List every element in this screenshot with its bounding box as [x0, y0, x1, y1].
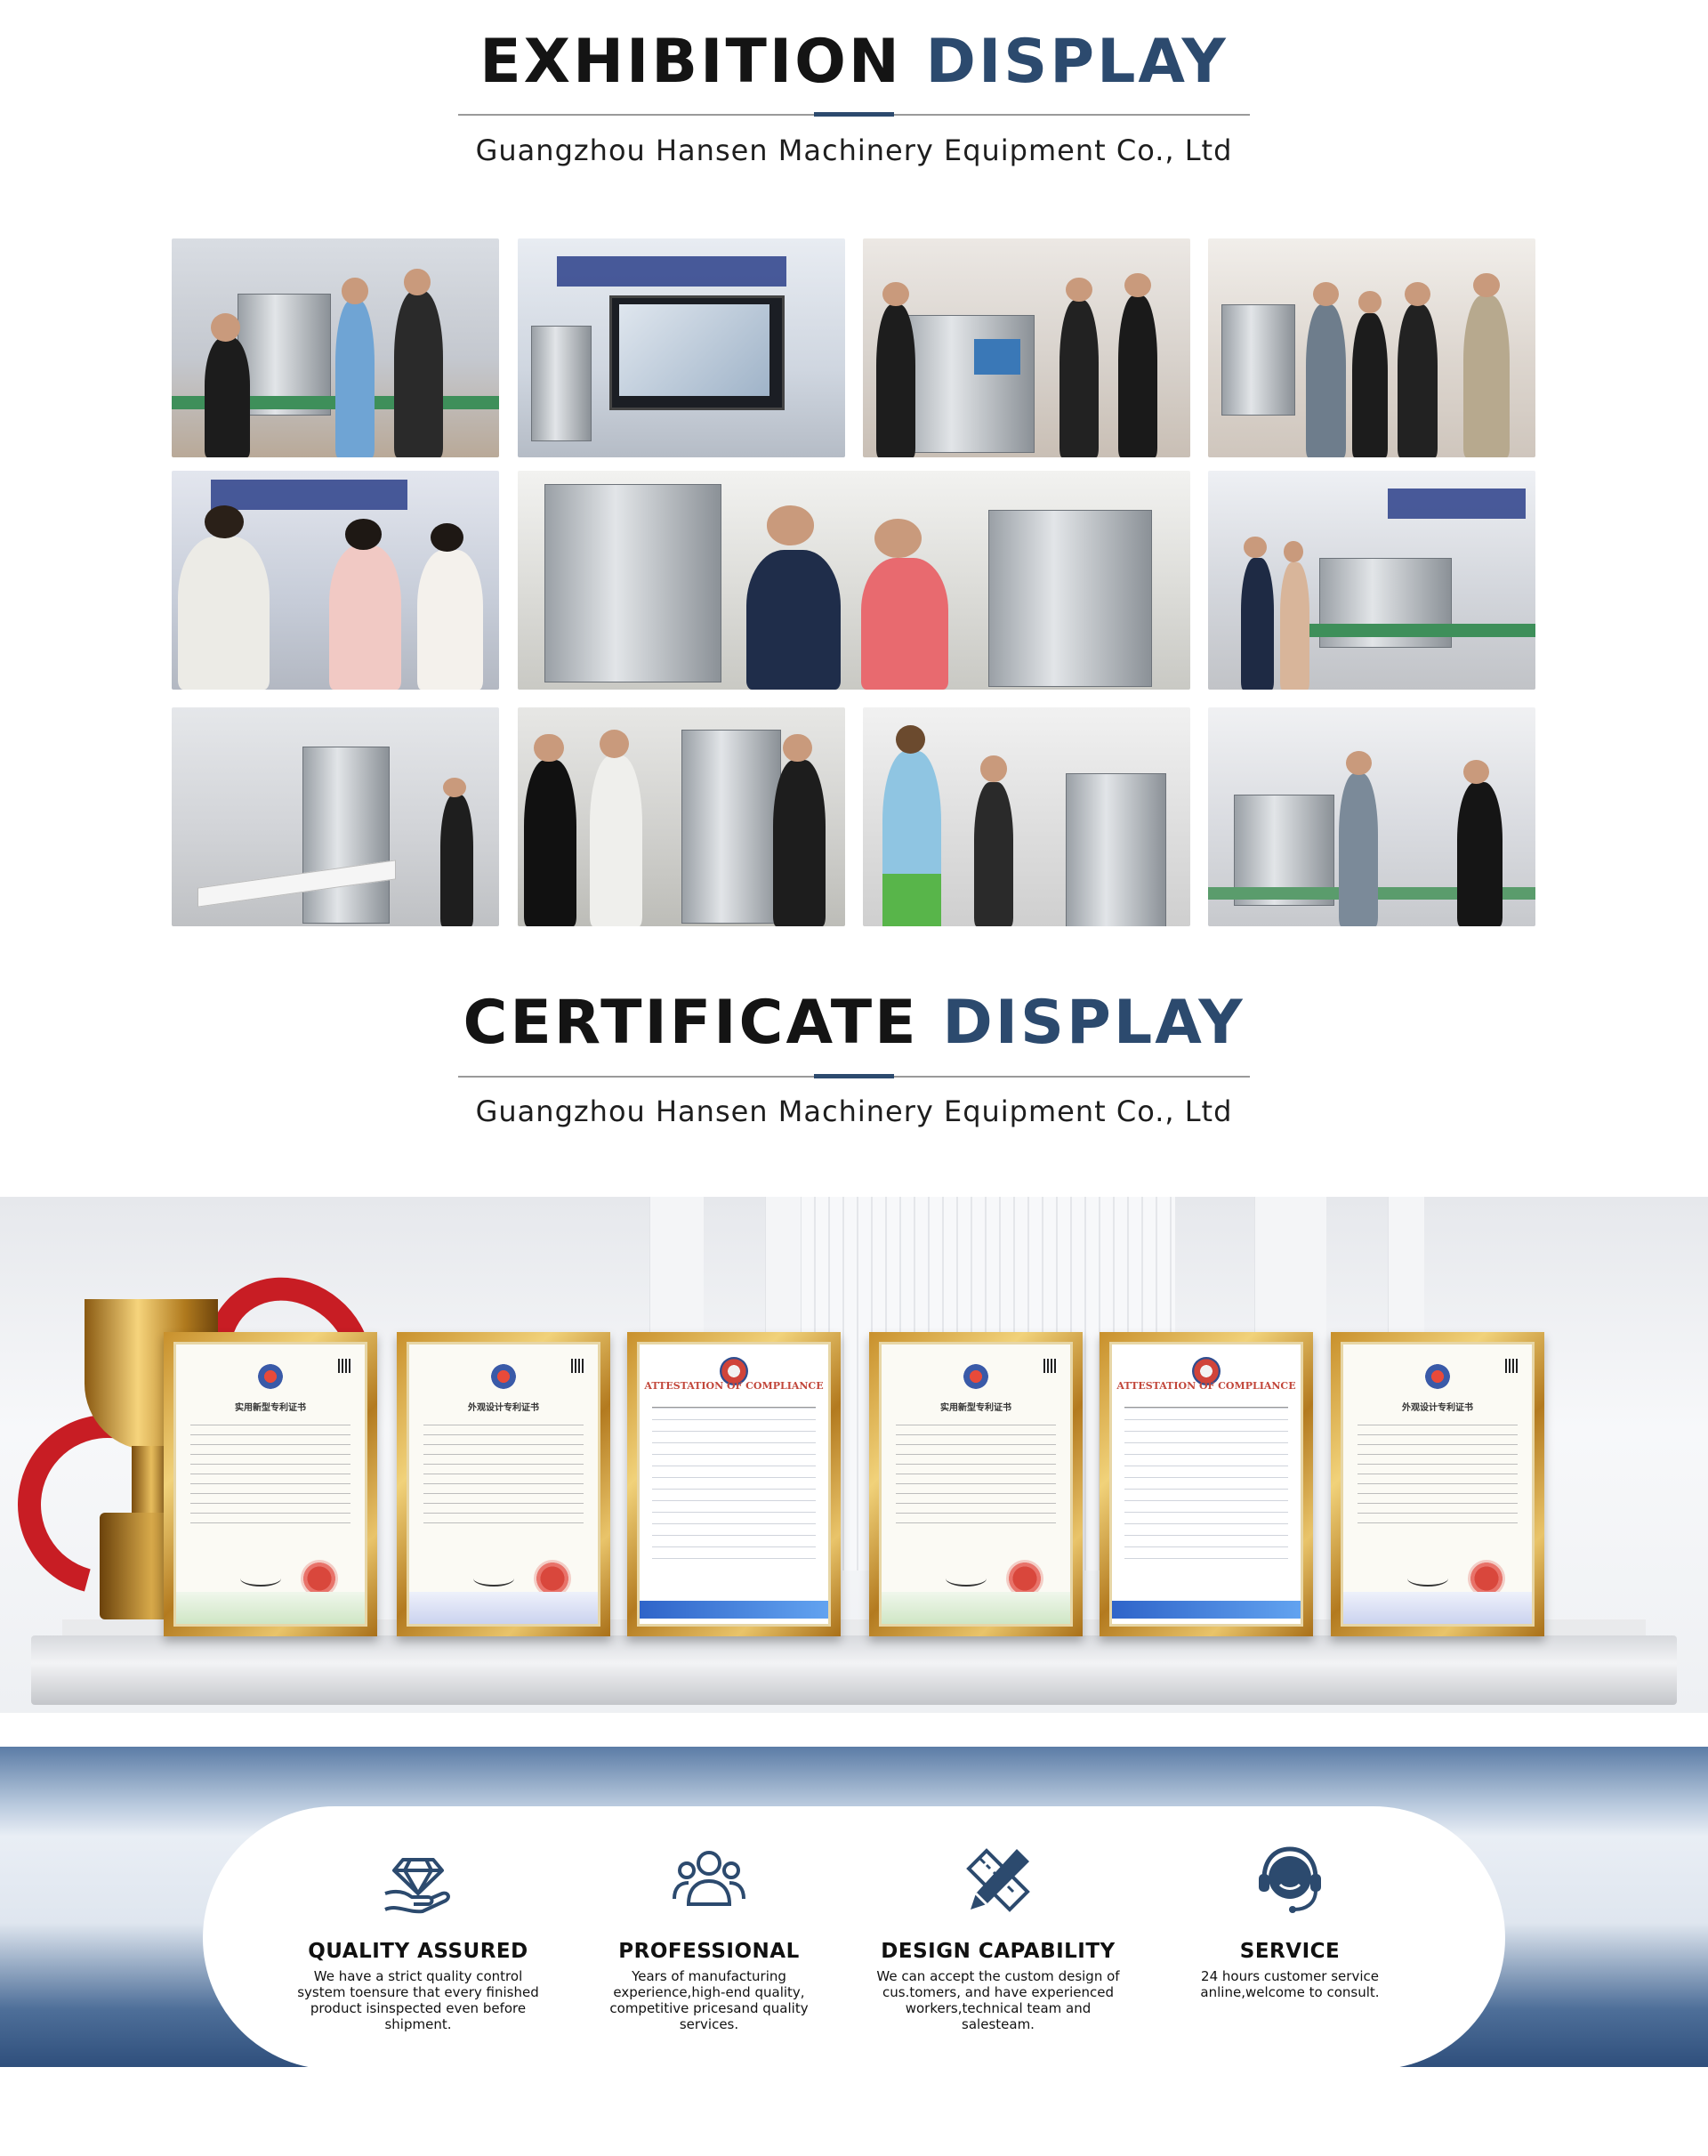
certificate-title-text: 外观设计专利证书: [468, 1403, 539, 1413]
exhibition-title: EXHIBITION DISPLAY: [0, 27, 1708, 97]
exhibition-photo: [172, 707, 499, 926]
display-platform: [31, 1635, 1677, 1705]
service-support: SERVICE 24 hours customer service anline…: [1165, 1842, 1414, 2000]
exhibition-photo: [518, 471, 1190, 690]
exhibition-photo: [172, 471, 499, 690]
certificate-frame: 实用新型专利证书: [869, 1332, 1083, 1636]
certificate-subtitle: Guangzhou Hansen Machinery Equipment Co.…: [475, 1094, 1233, 1128]
certificate-title-accent: DISPLAY: [942, 988, 1245, 1058]
exhibition-photo: [518, 707, 845, 926]
service-description: 24 hours customer service anline,welcome…: [1200, 1968, 1380, 2000]
service-title: QUALITY ASSURED: [308, 1940, 528, 1963]
exhibition-subtitle: Guangzhou Hansen Machinery Equipment Co.…: [475, 133, 1233, 167]
certificate-frame: 外观设计专利证书: [1331, 1332, 1544, 1636]
exhibition-photo: [1208, 238, 1535, 457]
exhibition-title-dark: EXHIBITION: [479, 27, 902, 97]
qr-code-icon: [338, 1359, 352, 1373]
service-description: We can accept the custom design of cus.t…: [876, 1968, 1120, 2032]
people-group-icon: [673, 1851, 745, 1906]
exhibition-photo: [1208, 707, 1535, 926]
exhibition-divider-accent: [814, 112, 894, 117]
certificate-frame: ATTESTATION OF COMPLIANCE: [627, 1332, 841, 1636]
patent-logo-icon: [258, 1364, 283, 1389]
service-description: We have a strict quality control system …: [297, 1968, 539, 2032]
certificate-title-text: ATTESTATION OF COMPLIANCE: [1116, 1380, 1296, 1392]
service-description: Years of manufacturing experience,high-e…: [609, 1968, 809, 2032]
signature: [473, 1571, 514, 1587]
qr-code-icon: [1505, 1359, 1519, 1373]
exhibition-photo: [863, 707, 1190, 926]
exhibition-title-accent: DISPLAY: [925, 27, 1229, 97]
patent-logo-icon: [963, 1364, 988, 1389]
certificate-frame: ATTESTATION OF COMPLIANCE: [1100, 1332, 1313, 1636]
headset-icon: [1259, 1846, 1321, 1913]
service-title: PROFESSIONAL: [618, 1940, 800, 1963]
qr-code-icon: [1043, 1359, 1058, 1373]
service-title: DESIGN CAPABILITY: [881, 1940, 1116, 1963]
exhibition-photo: [172, 238, 499, 457]
certificate-frame: 外观设计专利证书: [397, 1332, 610, 1636]
certificate-title-text: 实用新型专利证书: [235, 1403, 306, 1413]
integrace-banner: [1112, 1601, 1301, 1619]
service-professional: PROFESSIONAL Years of manufacturing expe…: [584, 1842, 834, 2032]
certificate-title-text: 实用新型专利证书: [940, 1403, 1011, 1413]
exhibition-photo: [518, 238, 845, 457]
service-quality-assured: QUALITY ASSURED We have a strict quality…: [294, 1842, 543, 2032]
certificate-frame: 实用新型专利证书: [164, 1332, 377, 1636]
patent-logo-icon: [491, 1364, 516, 1389]
certificate-title-dark: CERTIFICATE: [463, 988, 919, 1058]
certificate-title-text: 外观设计专利证书: [1402, 1403, 1473, 1413]
certificate-divider-accent: [814, 1074, 894, 1078]
exhibition-photo: [863, 238, 1190, 457]
service-design-capability: DESIGN CAPABILITY We can accept the cust…: [874, 1842, 1123, 2032]
diamond-hand-icon: [384, 1858, 450, 1914]
certificate-title: CERTIFICATE DISPLAY: [0, 988, 1708, 1058]
signature: [1407, 1571, 1448, 1587]
pencil-ruler-icon: [966, 1848, 1030, 1912]
signature: [946, 1571, 987, 1587]
patent-logo-icon: [1425, 1364, 1450, 1389]
exhibition-photo: [1208, 471, 1535, 690]
signature: [240, 1571, 281, 1587]
certificate-title-text: ATTESTATION OF COMPLIANCE: [644, 1380, 824, 1392]
service-title: SERVICE: [1239, 1940, 1341, 1963]
qr-code-icon: [571, 1359, 585, 1373]
integrace-banner: [640, 1601, 828, 1619]
